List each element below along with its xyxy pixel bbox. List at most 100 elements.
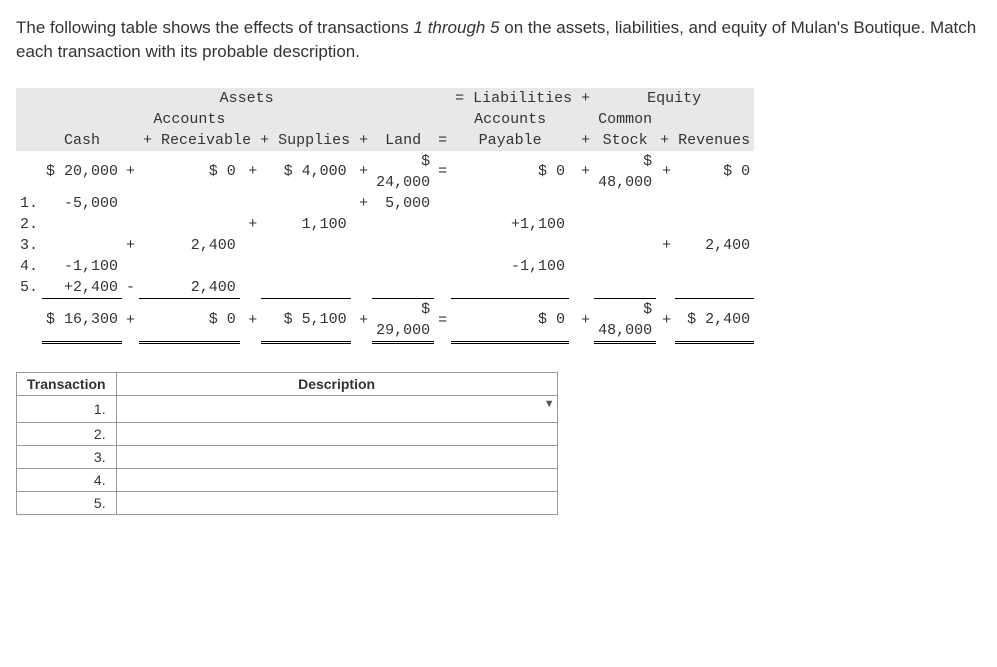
row-num: 1.	[16, 193, 42, 214]
match-header-description: Description	[116, 372, 557, 395]
row4-supplies	[261, 256, 350, 277]
total-stock-top: $	[594, 298, 656, 320]
op: +	[569, 298, 594, 342]
total-stock: 48,000	[594, 320, 656, 343]
op: +	[656, 298, 675, 342]
total-land-top: $	[372, 298, 434, 320]
row2-land	[372, 214, 434, 235]
op: +	[122, 151, 139, 193]
match-row-num: 4.	[17, 468, 117, 491]
total-ap: $ 0	[451, 298, 569, 342]
op: +	[240, 298, 261, 342]
row3-supplies	[261, 235, 350, 256]
row5-stock	[594, 277, 656, 299]
row3-rev: 2,400	[675, 235, 754, 256]
description-dropdown-5[interactable]	[116, 491, 557, 514]
row1-ap	[451, 193, 569, 214]
prompt-part1: The following table shows the effects of…	[16, 18, 414, 37]
row3-ar: 2,400	[139, 235, 240, 256]
row1-ar	[139, 193, 240, 214]
row3-land	[372, 235, 434, 256]
header-assets: Assets	[42, 88, 451, 109]
total-rev: $ 2,400	[675, 298, 754, 342]
op: =	[434, 151, 451, 193]
op: +	[240, 214, 261, 235]
op: +	[351, 151, 372, 193]
match-row-num: 3.	[17, 445, 117, 468]
op: =	[434, 298, 451, 342]
prompt-text: The following table shows the effects of…	[16, 16, 981, 64]
row5-supplies	[261, 277, 350, 299]
row4-ap: -1,100	[451, 256, 569, 277]
init-cash: $ 20,000	[42, 151, 122, 193]
total-supplies: $ 5,100	[261, 298, 350, 342]
header-ar-top: Accounts	[139, 109, 240, 130]
description-dropdown-3[interactable]	[116, 445, 557, 468]
op: +	[122, 235, 139, 256]
row-num: 3.	[16, 235, 42, 256]
op: +	[569, 151, 594, 193]
op: +	[656, 235, 675, 256]
init-stock: 48,000	[594, 172, 656, 193]
row-num: 5.	[16, 277, 42, 299]
header-land: Land	[372, 130, 434, 151]
row4-cash: -1,100	[42, 256, 122, 277]
op: +	[351, 298, 372, 342]
row4-rev	[675, 256, 754, 277]
row3-ap	[451, 235, 569, 256]
total-cash: $ 16,300	[42, 298, 122, 342]
row2-stock	[594, 214, 656, 235]
op: +	[240, 151, 261, 193]
header-ar-bot: + Receivable + Supplies +	[139, 130, 372, 151]
header-cs-top: Common	[594, 109, 656, 130]
row2-cash	[42, 214, 122, 235]
match-row-num: 2.	[17, 422, 117, 445]
init-rev: $ 0	[675, 151, 754, 193]
op: +	[351, 193, 372, 214]
row2-supplies: 1,100	[261, 214, 350, 235]
header-eq: =	[434, 130, 451, 151]
row2-rev	[675, 214, 754, 235]
row-num: 4.	[16, 256, 42, 277]
match-row-num: 1.	[17, 395, 117, 422]
header-revenues: + Revenues	[656, 130, 754, 151]
row4-land	[372, 256, 434, 277]
row1-cash: -5,000	[42, 193, 122, 214]
header-ap-top: Accounts	[451, 109, 569, 130]
match-row-num: 5.	[17, 491, 117, 514]
row2-ap: +1,100	[451, 214, 569, 235]
description-dropdown-1[interactable]: ▼	[116, 395, 557, 422]
header-plus1: +	[569, 130, 594, 151]
accounting-table: Assets = Liabilities + Equity Accounts A…	[16, 88, 754, 344]
total-land: 29,000	[372, 320, 434, 343]
chevron-down-icon: ▼	[544, 398, 555, 410]
row3-cash	[42, 235, 122, 256]
row3-stock	[594, 235, 656, 256]
header-cs-bot: Stock	[594, 130, 656, 151]
match-table: Transaction Description 1. ▼ 2. 3. 4. 5.	[16, 372, 558, 515]
init-supplies: $ 4,000	[261, 151, 350, 193]
row5-ar: 2,400	[139, 277, 240, 299]
row4-stock	[594, 256, 656, 277]
row5-rev	[675, 277, 754, 299]
total-ar: $ 0	[139, 298, 240, 342]
prompt-range: 1 through 5	[414, 18, 500, 37]
header-ap-bot: Payable	[451, 130, 569, 151]
row-num: 2.	[16, 214, 42, 235]
header-equity: Equity	[594, 88, 754, 109]
init-stock-top: $	[594, 151, 656, 172]
row1-stock	[594, 193, 656, 214]
init-ar: $ 0	[139, 151, 240, 193]
row1-land: 5,000	[372, 193, 434, 214]
op: +	[122, 298, 139, 342]
description-dropdown-4[interactable]	[116, 468, 557, 491]
row2-ar	[139, 214, 240, 235]
description-dropdown-2[interactable]	[116, 422, 557, 445]
row1-supplies	[261, 193, 350, 214]
row4-ar	[139, 256, 240, 277]
row5-cash: +2,400	[42, 277, 122, 299]
header-liabilities: = Liabilities +	[451, 88, 594, 109]
init-land: 24,000	[372, 172, 434, 193]
init-land-top: $	[372, 151, 434, 172]
row5-land	[372, 277, 434, 299]
